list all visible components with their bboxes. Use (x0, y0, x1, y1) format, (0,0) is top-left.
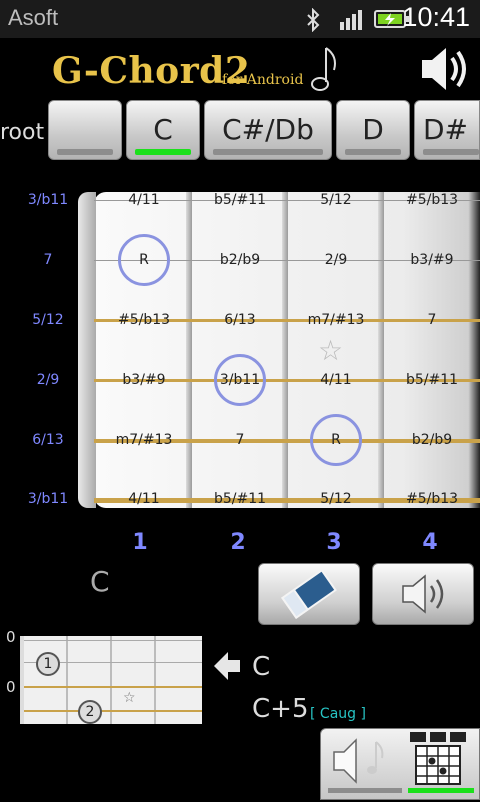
selected-note-ring[interactable] (310, 414, 362, 466)
fret-cell[interactable]: b5/#11 (192, 491, 288, 507)
fret-cell[interactable]: 7 (192, 432, 288, 448)
speaker-note-icon (328, 738, 402, 793)
fret-cell[interactable]: #5/b13 (384, 491, 480, 507)
fret-cell[interactable]: b2/b9 (192, 252, 288, 268)
eraser-button[interactable] (258, 563, 360, 625)
root-button-none[interactable] (48, 100, 122, 160)
row-label: 7 (43, 252, 53, 268)
finger-dot-1: 1 (36, 652, 60, 676)
fret-cell[interactable]: 4/11 (288, 372, 384, 388)
fret-cell[interactable]: #5/b13 (96, 312, 192, 328)
fret-cell[interactable]: 6/13 (192, 312, 288, 328)
fret-cell[interactable]: m7/#13 (96, 432, 192, 448)
fret-cell[interactable]: 5/12 (288, 192, 384, 208)
fret-cell[interactable]: m7/#13 (288, 312, 384, 328)
fret-cell[interactable]: b5/#11 (384, 372, 480, 388)
current-chord-name: C (90, 565, 110, 598)
fret-line (186, 192, 192, 508)
selected-note-ring[interactable] (214, 354, 266, 406)
speaker-volume-icon[interactable] (418, 44, 476, 94)
selected-note-ring[interactable] (118, 234, 170, 286)
fret-line (378, 192, 384, 508)
mini-string (24, 640, 202, 641)
root-button-c[interactable]: C (126, 100, 200, 160)
fret-number: 1 (132, 530, 148, 555)
star-icon: ☆ (318, 334, 344, 367)
mini-string (24, 686, 202, 688)
result-chord-secondary[interactable]: C+5 (252, 694, 308, 724)
row-label: 2/9 (36, 372, 60, 388)
arrow-left-icon[interactable] (212, 650, 242, 682)
fret-cell[interactable]: #5/b13 (384, 192, 480, 208)
status-time: 10:41 (402, 2, 470, 32)
fret-cell[interactable]: b3/#9 (384, 252, 480, 268)
fret-cell[interactable]: 7 (384, 312, 480, 328)
fret-number: 3 (326, 530, 342, 555)
signal-icon (340, 10, 362, 30)
root-button-c-sharp[interactable]: C#/Db (204, 100, 332, 160)
row-label: 3/b11 (27, 192, 69, 208)
root-button-d-sharp[interactable]: D# (414, 100, 480, 160)
row-label: 5/12 (32, 312, 64, 328)
play-sound-button[interactable] (372, 563, 474, 625)
app-logo-title: G-Chord2 (52, 50, 251, 92)
selected-indicator (135, 149, 191, 155)
fret-cell[interactable]: b2/b9 (384, 432, 480, 448)
status-app-name: Asoft (8, 5, 59, 30)
music-note-icon (311, 47, 336, 91)
fret-cell[interactable]: 2/9 (288, 252, 384, 268)
fret-cell[interactable]: b3/#9 (96, 372, 192, 388)
fret-number: 4 (422, 530, 438, 555)
mini-fret-label: 0 (6, 628, 16, 646)
fret-number: 2 (230, 530, 246, 555)
finger-dot-2: 2 (78, 700, 102, 724)
app-logo-subtitle: for Android (222, 72, 304, 88)
chord-diagram-mode-button[interactable] (406, 730, 478, 798)
eraser-icon (281, 569, 337, 619)
speaker-icon (402, 574, 444, 614)
mini-star-icon: ☆ (123, 690, 136, 706)
mini-fret-label: 0 (6, 678, 16, 696)
root-label: root (0, 120, 45, 145)
root-button-d[interactable]: D (336, 100, 410, 160)
fret-cell[interactable]: b5/#11 (192, 192, 288, 208)
fret-cell[interactable]: 4/11 (96, 192, 192, 208)
fret-line (282, 192, 288, 508)
sound-mode-button[interactable] (322, 730, 408, 798)
mini-string (24, 710, 202, 712)
row-label: 3/b11 (27, 491, 69, 507)
bluetooth-icon (307, 8, 320, 32)
fretboard-nut (78, 192, 96, 508)
row-label: 6/13 (32, 432, 64, 448)
chord-grid-icon (408, 732, 474, 793)
fret-cell[interactable]: 4/11 (96, 491, 192, 507)
result-chord-alias: [ Caug ] (310, 706, 366, 722)
result-chord-primary[interactable]: C (252, 652, 270, 682)
fret-cell[interactable]: 5/12 (288, 491, 384, 507)
